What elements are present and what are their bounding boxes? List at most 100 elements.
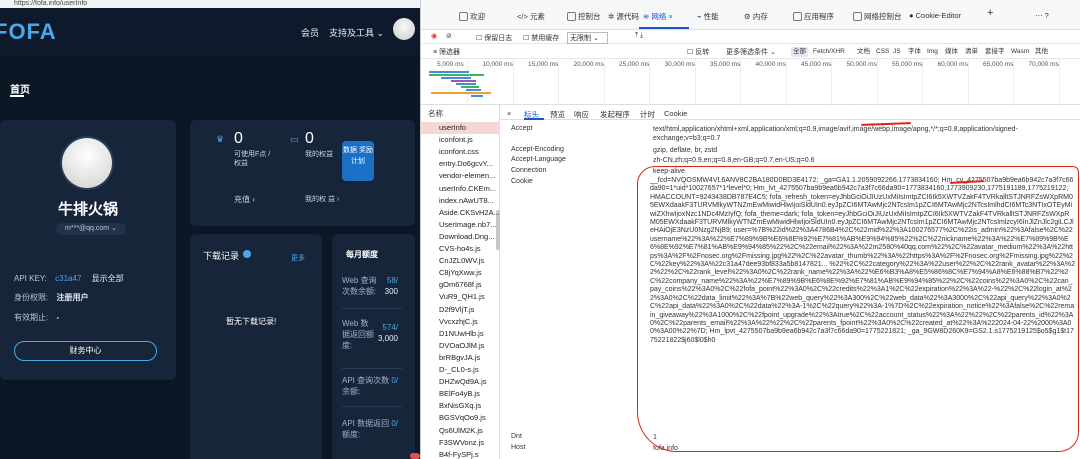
request-row[interactable]: iconfont.css bbox=[439, 147, 499, 156]
tab-network[interactable]: ≋ 网络 × bbox=[643, 11, 673, 22]
request-row[interactable]: iconfont.js bbox=[439, 135, 499, 144]
request-row[interactable]: BElFo4yB.js bbox=[439, 389, 499, 398]
timeline-tick-label: 35,000 ms bbox=[710, 61, 741, 68]
request-row[interactable]: C8jYqXww.js bbox=[439, 268, 499, 277]
request-row[interactable]: gOm6768f.js bbox=[439, 280, 499, 289]
filter-chip-js[interactable]: JS bbox=[891, 47, 903, 57]
user-email[interactable]: m***@qq.com ⌄ bbox=[56, 223, 126, 235]
header-name: Connection bbox=[511, 167, 547, 174]
tab-welcome[interactable]: 欢迎 bbox=[459, 11, 485, 22]
address-bar[interactable]: https://fofa.info/userInfo bbox=[0, 0, 420, 8]
tab-network-console[interactable]: 网络控制台 bbox=[853, 11, 902, 22]
filter-chip-css[interactable]: CSS bbox=[874, 47, 891, 57]
filter-chip-other[interactable]: 其他 bbox=[1033, 47, 1050, 57]
download-empty-text: 暂无下载记录! bbox=[226, 317, 277, 326]
fofa-logo[interactable]: FOFA bbox=[0, 19, 57, 45]
filter-chip-wasm[interactable]: Wasm bbox=[1009, 47, 1031, 57]
filter-chip-socket[interactable]: 套接字 bbox=[983, 47, 1007, 57]
more-link[interactable]: 更多 bbox=[291, 253, 305, 263]
tab-cookie[interactable]: Cookie bbox=[664, 109, 687, 118]
tab-initiator[interactable]: 发起程序 bbox=[600, 109, 630, 120]
filter-chip-manifest[interactable]: 清单 bbox=[963, 47, 980, 57]
nav-home[interactable]: 首页 bbox=[10, 81, 30, 96]
quota-web-data-label: Web 数据返回额度: bbox=[342, 319, 374, 350]
timeline-tick-label: 30,000 ms bbox=[664, 61, 695, 68]
tools-link[interactable]: 支持及工具 ⌄ bbox=[329, 26, 384, 39]
request-row[interactable]: D-_CL0-s.js bbox=[439, 365, 499, 374]
console-icon bbox=[567, 12, 576, 21]
show-all-link[interactable]: 显示全部 bbox=[92, 274, 124, 283]
invert-checkbox[interactable]: ☐ 反转 bbox=[687, 47, 709, 57]
request-row[interactable]: DVOaOJlM.js bbox=[439, 341, 499, 350]
request-row[interactable]: UserImage.nb7... bbox=[439, 220, 499, 229]
close-detail-icon[interactable]: × bbox=[507, 109, 511, 118]
memory-icon: ⚙ bbox=[744, 12, 751, 21]
settings-icon[interactable]: ⋯ ? bbox=[1035, 11, 1049, 20]
my-rights-link[interactable]: 我的权 益 › bbox=[305, 195, 345, 204]
filter-chip-fetch[interactable]: Fetch/XHR bbox=[811, 47, 847, 57]
preserve-log-checkbox[interactable]: ☐ 保留日志 bbox=[476, 33, 512, 43]
info-icon bbox=[243, 250, 251, 258]
filter-chip-img[interactable]: Img bbox=[925, 47, 940, 57]
disable-cache-checkbox[interactable]: ☐ 禁用缓存 bbox=[523, 33, 559, 43]
annotation-box bbox=[637, 166, 1079, 452]
tab-application[interactable]: 应用程序 bbox=[793, 11, 834, 22]
header-value: text/html,application/xhtml+xml,applicat… bbox=[653, 126, 1018, 142]
request-row[interactable]: BGSVqOo9.js bbox=[439, 413, 499, 422]
data-reward-button[interactable]: 数据 奖励 计划 bbox=[342, 141, 374, 181]
request-row[interactable]: entry.Do6gcvY... bbox=[439, 159, 499, 168]
request-row[interactable]: B4f-FySPj.s bbox=[439, 450, 499, 459]
add-tab-icon[interactable]: + bbox=[987, 7, 993, 19]
tab-response[interactable]: 响应 bbox=[574, 109, 589, 120]
request-row[interactable]: Aside.CKSvH2A... bbox=[439, 208, 499, 217]
member-link[interactable]: 会员 bbox=[301, 26, 319, 39]
recharge-link[interactable]: 充值 › bbox=[234, 195, 255, 204]
tab-sources[interactable]: ✲ 源代码 bbox=[608, 11, 639, 22]
tab-elements[interactable]: </> 元素 bbox=[517, 11, 545, 22]
more-filters-select[interactable]: 更多筛选条件 ⌄ bbox=[726, 47, 776, 57]
filter-input[interactable]: ≡ 筛选器 bbox=[433, 47, 460, 57]
timeline-tick-label: 40,000 ms bbox=[755, 61, 786, 68]
record-icon[interactable]: ◉ bbox=[431, 32, 437, 40]
request-row[interactable]: brRBgvJA.js bbox=[439, 353, 499, 362]
filter-chip-doc[interactable]: 文档 bbox=[855, 47, 872, 57]
avatar[interactable] bbox=[393, 18, 415, 40]
tab-memory[interactable]: ⚙ 内存 bbox=[744, 11, 768, 22]
request-row[interactable]: Qs6UlM2K.js bbox=[439, 426, 499, 435]
request-row[interactable]: D2f9VljT.js bbox=[439, 305, 499, 314]
request-row[interactable]: userInfo.CKEm... bbox=[439, 184, 499, 193]
tab-timing[interactable]: 计时 bbox=[640, 109, 655, 120]
home-icon bbox=[459, 12, 468, 21]
network-timeline[interactable]: 5,000 ms 10,000 ms 15,000 ms 20,000 ms 25,00… bbox=[421, 59, 1080, 105]
request-row[interactable]: userInfo bbox=[439, 123, 499, 132]
request-row[interactable]: vendor-elemen... bbox=[439, 171, 499, 180]
tab-preview[interactable]: 预览 bbox=[550, 109, 565, 120]
clear-icon[interactable]: ⊘ bbox=[446, 32, 452, 40]
waterfall-bar bbox=[429, 71, 469, 73]
throttle-select[interactable]: 无限制 ⌄ bbox=[567, 32, 608, 44]
quota-web-query-value: 58/300 bbox=[384, 276, 398, 296]
bug-icon: ✲ bbox=[608, 12, 615, 21]
tab-console[interactable]: 控制台 bbox=[567, 11, 601, 22]
upload-icon[interactable]: ⤒ ⤓ bbox=[635, 32, 643, 40]
request-row[interactable]: CVS-ho4s.js bbox=[439, 244, 499, 253]
filter-chip-all[interactable]: 全部 bbox=[791, 47, 808, 57]
request-row[interactable]: BxNisGXq.js bbox=[439, 401, 499, 410]
request-row[interactable]: CnJZL0WV.js bbox=[439, 256, 499, 265]
request-row[interactable]: F3SWVonz.js bbox=[439, 438, 499, 447]
finance-center-button[interactable]: 财务中心 bbox=[14, 341, 157, 361]
request-row[interactable]: Download.Dng... bbox=[439, 232, 499, 241]
request-row[interactable]: VvcxzhjC.js bbox=[439, 317, 499, 326]
request-row[interactable]: D1NUwHlb.js bbox=[439, 329, 499, 338]
close-icon[interactable]: × bbox=[668, 12, 672, 21]
request-row[interactable]: DHZwQd9A.js bbox=[439, 377, 499, 386]
filter-chip-font[interactable]: 字体 bbox=[906, 47, 923, 57]
download-title: 下载记录 bbox=[203, 251, 240, 261]
name-column-header[interactable]: 名称 bbox=[428, 108, 443, 119]
waterfall-bar bbox=[431, 92, 491, 94]
request-row[interactable]: VuR9_QH1.js bbox=[439, 292, 499, 301]
filter-chip-media[interactable]: 媒体 bbox=[943, 47, 960, 57]
request-row[interactable]: index.nAwUT8... bbox=[439, 196, 499, 205]
tab-performance[interactable]: ⌁ 性能 bbox=[697, 11, 719, 22]
tab-cookie-editor[interactable]: ● Cookie-Editor bbox=[909, 11, 961, 20]
